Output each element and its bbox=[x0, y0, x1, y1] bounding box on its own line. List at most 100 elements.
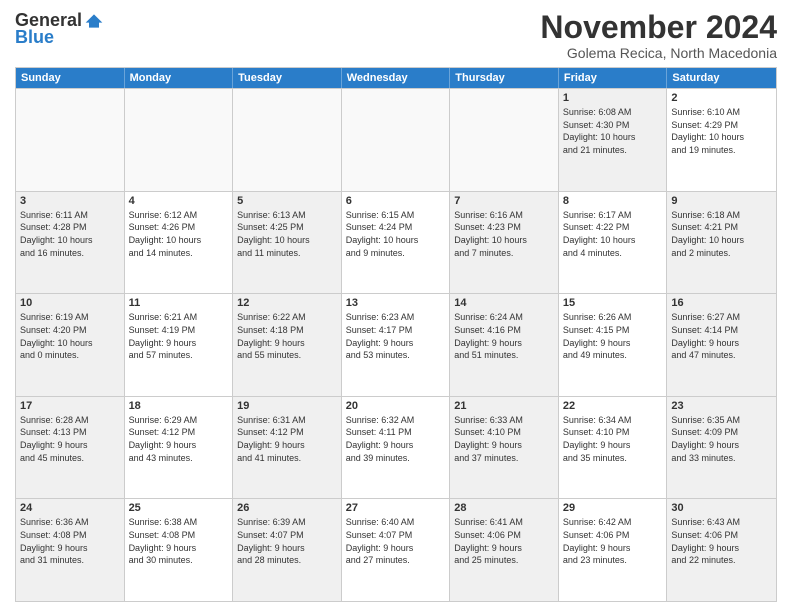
day-info: Sunrise: 6:26 AM Sunset: 4:15 PM Dayligh… bbox=[563, 311, 663, 361]
day-info: Sunrise: 6:31 AM Sunset: 4:12 PM Dayligh… bbox=[237, 414, 337, 464]
day-number: 5 bbox=[237, 195, 337, 207]
calendar-cell-r0c2 bbox=[233, 89, 342, 191]
calendar-row-3: 17 Sunrise: 6:28 AM Sunset: 4:13 PM Dayli… bbox=[16, 396, 776, 499]
day-number: 18 bbox=[129, 400, 229, 412]
calendar-cell-r4c0: 24 Sunrise: 6:36 AM Sunset: 4:08 PM Dayli… bbox=[16, 499, 125, 601]
day-number: 8 bbox=[563, 195, 663, 207]
day-info: Sunrise: 6:43 AM Sunset: 4:06 PM Dayligh… bbox=[671, 516, 772, 566]
header: General Blue November 2024 Golema Recica… bbox=[15, 10, 777, 61]
day-info: Sunrise: 6:41 AM Sunset: 4:06 PM Dayligh… bbox=[454, 516, 554, 566]
day-number: 16 bbox=[671, 297, 772, 309]
day-info: Sunrise: 6:23 AM Sunset: 4:17 PM Dayligh… bbox=[346, 311, 446, 361]
header-day-wednesday: Wednesday bbox=[342, 68, 451, 88]
day-number: 12 bbox=[237, 297, 337, 309]
calendar-row-0: 1 Sunrise: 6:08 AM Sunset: 4:30 PM Daylig… bbox=[16, 88, 776, 191]
calendar-header: SundayMondayTuesdayWednesdayThursdayFrid… bbox=[16, 68, 776, 88]
day-info: Sunrise: 6:12 AM Sunset: 4:26 PM Dayligh… bbox=[129, 209, 229, 259]
calendar-cell-r3c2: 19 Sunrise: 6:31 AM Sunset: 4:12 PM Dayli… bbox=[233, 397, 342, 499]
calendar-cell-r3c5: 22Sunrise: 6:34 AM Sunset: 4:10 PM Dayli… bbox=[559, 397, 668, 499]
day-info: Sunrise: 6:29 AM Sunset: 4:12 PM Dayligh… bbox=[129, 414, 229, 464]
day-number: 19 bbox=[237, 400, 337, 412]
day-info: Sunrise: 6:15 AM Sunset: 4:24 PM Dayligh… bbox=[346, 209, 446, 259]
calendar-cell-r0c6: 2 Sunrise: 6:10 AM Sunset: 4:29 PM Daylig… bbox=[667, 89, 776, 191]
logo: General Blue bbox=[15, 10, 104, 48]
calendar-cell-r4c4: 28 Sunrise: 6:41 AM Sunset: 4:06 PM Dayli… bbox=[450, 499, 559, 601]
calendar-cell-r1c6: 9 Sunrise: 6:18 AM Sunset: 4:21 PM Daylig… bbox=[667, 192, 776, 294]
calendar-body: 1 Sunrise: 6:08 AM Sunset: 4:30 PM Daylig… bbox=[16, 88, 776, 601]
calendar-cell-r1c2: 5 Sunrise: 6:13 AM Sunset: 4:25 PM Daylig… bbox=[233, 192, 342, 294]
day-number: 23 bbox=[671, 400, 772, 412]
calendar-cell-r0c1 bbox=[125, 89, 234, 191]
calendar-cell-r4c1: 25 Sunrise: 6:38 AM Sunset: 4:08 PM Dayli… bbox=[125, 499, 234, 601]
day-info: Sunrise: 6:13 AM Sunset: 4:25 PM Dayligh… bbox=[237, 209, 337, 259]
day-info: Sunrise: 6:18 AM Sunset: 4:21 PM Dayligh… bbox=[671, 209, 772, 259]
day-number: 11 bbox=[129, 297, 229, 309]
day-info: Sunrise: 6:42 AM Sunset: 4:06 PM Dayligh… bbox=[563, 516, 663, 566]
day-info: Sunrise: 6:28 AM Sunset: 4:13 PM Dayligh… bbox=[20, 414, 120, 464]
calendar-cell-r2c4: 14 Sunrise: 6:24 AM Sunset: 4:16 PM Dayli… bbox=[450, 294, 559, 396]
calendar-cell-r4c2: 26 Sunrise: 6:39 AM Sunset: 4:07 PM Dayli… bbox=[233, 499, 342, 601]
day-number: 28 bbox=[454, 502, 554, 514]
header-day-saturday: Saturday bbox=[667, 68, 776, 88]
calendar-cell-r4c6: 30Sunrise: 6:43 AM Sunset: 4:06 PM Dayli… bbox=[667, 499, 776, 601]
day-info: Sunrise: 6:38 AM Sunset: 4:08 PM Dayligh… bbox=[129, 516, 229, 566]
day-number: 26 bbox=[237, 502, 337, 514]
day-info: Sunrise: 6:16 AM Sunset: 4:23 PM Dayligh… bbox=[454, 209, 554, 259]
day-number: 3 bbox=[20, 195, 120, 207]
day-number: 13 bbox=[346, 297, 446, 309]
logo-blue: Blue bbox=[15, 27, 54, 48]
day-number: 1 bbox=[563, 92, 663, 104]
calendar-cell-r1c1: 4 Sunrise: 6:12 AM Sunset: 4:26 PM Daylig… bbox=[125, 192, 234, 294]
page: General Blue November 2024 Golema Recica… bbox=[0, 0, 792, 612]
day-info: Sunrise: 6:34 AM Sunset: 4:10 PM Dayligh… bbox=[563, 414, 663, 464]
calendar-cell-r2c5: 15 Sunrise: 6:26 AM Sunset: 4:15 PM Dayli… bbox=[559, 294, 668, 396]
day-info: Sunrise: 6:32 AM Sunset: 4:11 PM Dayligh… bbox=[346, 414, 446, 464]
calendar-cell-r2c1: 11 Sunrise: 6:21 AM Sunset: 4:19 PM Dayli… bbox=[125, 294, 234, 396]
day-info: Sunrise: 6:39 AM Sunset: 4:07 PM Dayligh… bbox=[237, 516, 337, 566]
day-number: 7 bbox=[454, 195, 554, 207]
day-number: 24 bbox=[20, 502, 120, 514]
day-info: Sunrise: 6:33 AM Sunset: 4:10 PM Dayligh… bbox=[454, 414, 554, 464]
header-day-tuesday: Tuesday bbox=[233, 68, 342, 88]
calendar-cell-r2c6: 16 Sunrise: 6:27 AM Sunset: 4:14 PM Dayli… bbox=[667, 294, 776, 396]
day-info: Sunrise: 6:08 AM Sunset: 4:30 PM Dayligh… bbox=[563, 106, 663, 156]
day-number: 4 bbox=[129, 195, 229, 207]
day-number: 14 bbox=[454, 297, 554, 309]
calendar-row-1: 3 Sunrise: 6:11 AM Sunset: 4:28 PM Daylig… bbox=[16, 191, 776, 294]
calendar-cell-r1c5: 8 Sunrise: 6:17 AM Sunset: 4:22 PM Daylig… bbox=[559, 192, 668, 294]
calendar-cell-r0c5: 1 Sunrise: 6:08 AM Sunset: 4:30 PM Daylig… bbox=[559, 89, 668, 191]
day-info: Sunrise: 6:24 AM Sunset: 4:16 PM Dayligh… bbox=[454, 311, 554, 361]
header-day-sunday: Sunday bbox=[16, 68, 125, 88]
calendar-cell-r1c3: 6 Sunrise: 6:15 AM Sunset: 4:24 PM Daylig… bbox=[342, 192, 451, 294]
day-number: 17 bbox=[20, 400, 120, 412]
calendar-cell-r3c3: 20Sunrise: 6:32 AM Sunset: 4:11 PM Dayli… bbox=[342, 397, 451, 499]
day-number: 2 bbox=[671, 92, 772, 104]
day-info: Sunrise: 6:10 AM Sunset: 4:29 PM Dayligh… bbox=[671, 106, 772, 156]
day-number: 29 bbox=[563, 502, 663, 514]
day-number: 9 bbox=[671, 195, 772, 207]
calendar-cell-r0c3 bbox=[342, 89, 451, 191]
calendar-cell-r0c4 bbox=[450, 89, 559, 191]
day-info: Sunrise: 6:11 AM Sunset: 4:28 PM Dayligh… bbox=[20, 209, 120, 259]
calendar-cell-r3c6: 23Sunrise: 6:35 AM Sunset: 4:09 PM Dayli… bbox=[667, 397, 776, 499]
calendar-cell-r4c3: 27Sunrise: 6:40 AM Sunset: 4:07 PM Dayli… bbox=[342, 499, 451, 601]
day-number: 15 bbox=[563, 297, 663, 309]
day-number: 21 bbox=[454, 400, 554, 412]
calendar: SundayMondayTuesdayWednesdayThursdayFrid… bbox=[15, 67, 777, 602]
day-number: 25 bbox=[129, 502, 229, 514]
day-number: 27 bbox=[346, 502, 446, 514]
day-info: Sunrise: 6:21 AM Sunset: 4:19 PM Dayligh… bbox=[129, 311, 229, 361]
day-number: 10 bbox=[20, 297, 120, 309]
day-info: Sunrise: 6:17 AM Sunset: 4:22 PM Dayligh… bbox=[563, 209, 663, 259]
calendar-cell-r2c0: 10Sunrise: 6:19 AM Sunset: 4:20 PM Dayli… bbox=[16, 294, 125, 396]
day-info: Sunrise: 6:27 AM Sunset: 4:14 PM Dayligh… bbox=[671, 311, 772, 361]
day-info: Sunrise: 6:22 AM Sunset: 4:18 PM Dayligh… bbox=[237, 311, 337, 361]
calendar-cell-r1c4: 7 Sunrise: 6:16 AM Sunset: 4:23 PM Daylig… bbox=[450, 192, 559, 294]
logo-icon bbox=[84, 11, 104, 31]
day-info: Sunrise: 6:36 AM Sunset: 4:08 PM Dayligh… bbox=[20, 516, 120, 566]
calendar-cell-r3c4: 21 Sunrise: 6:33 AM Sunset: 4:10 PM Dayli… bbox=[450, 397, 559, 499]
day-number: 6 bbox=[346, 195, 446, 207]
location: Golema Recica, North Macedonia bbox=[540, 45, 777, 61]
title-section: November 2024 Golema Recica, North Maced… bbox=[540, 10, 777, 61]
header-day-thursday: Thursday bbox=[450, 68, 559, 88]
